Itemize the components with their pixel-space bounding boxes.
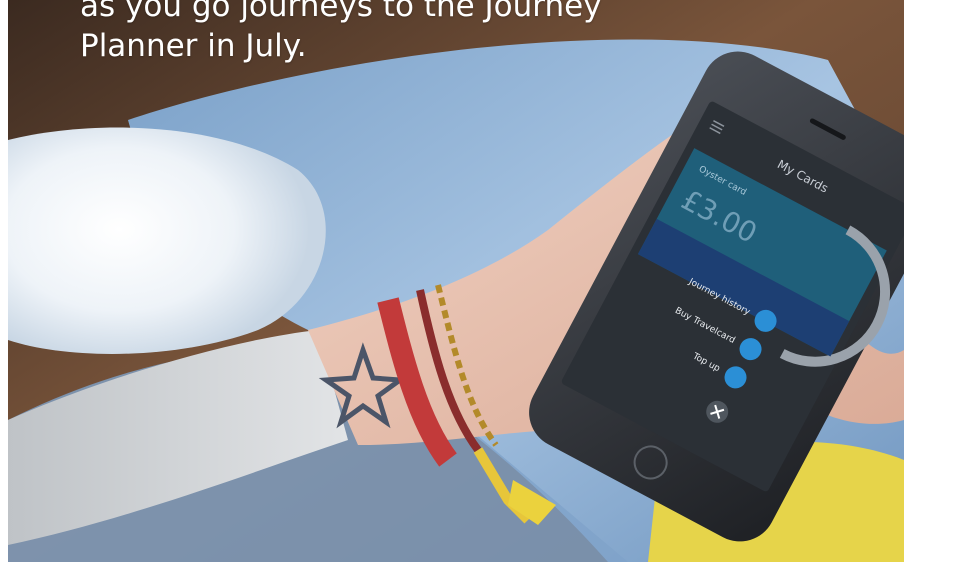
caption-line-2: Planner in July. — [80, 28, 307, 64]
caption: as you go journeys to the Journey Planne… — [80, 0, 640, 66]
caption-line-1: as you go journeys to the Journey — [80, 0, 602, 24]
photo-scene: My Cards Oyster card £3.00 Journey histo… — [0, 0, 956, 562]
photo: My Cards Oyster card £3.00 Journey histo… — [8, 0, 904, 562]
